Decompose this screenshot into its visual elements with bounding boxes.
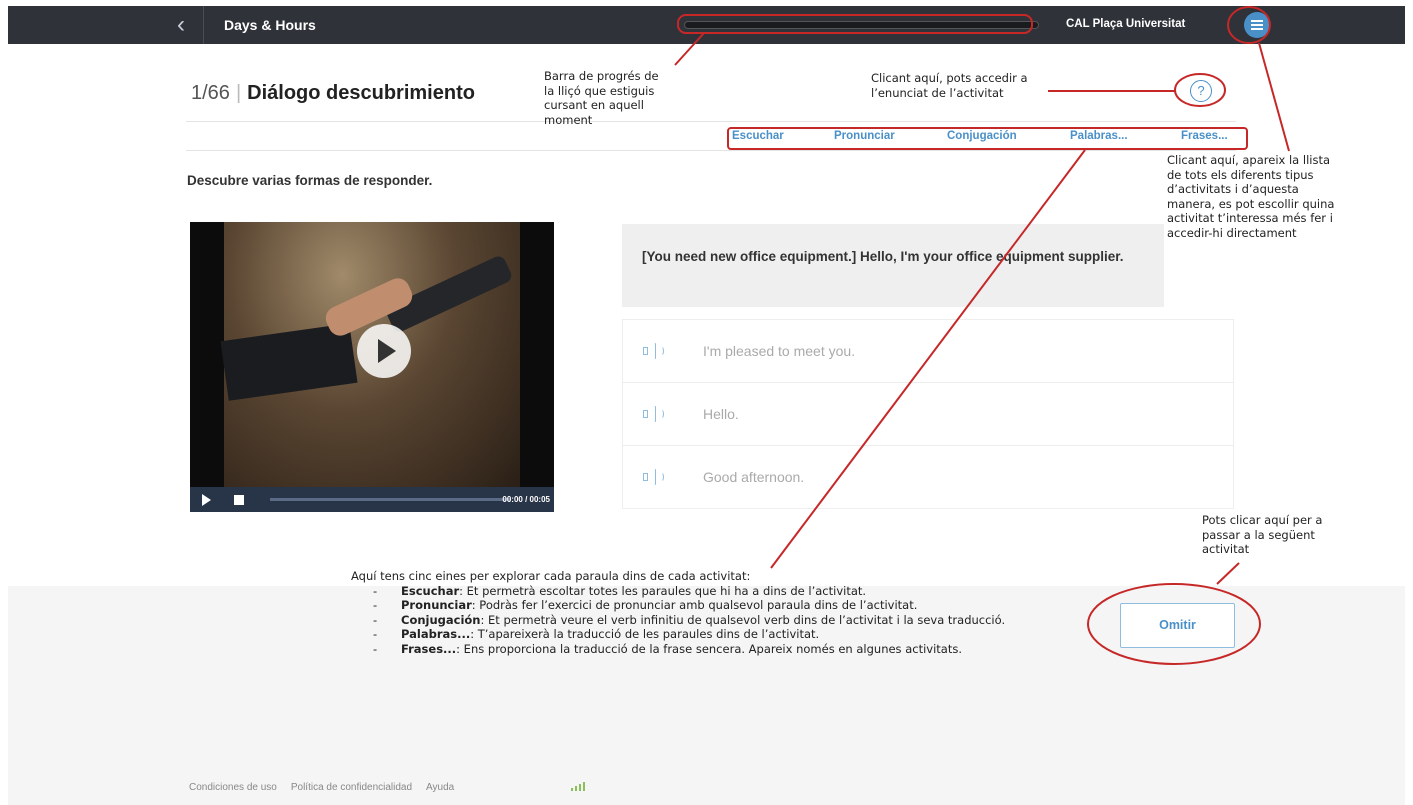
word-tools: Escuchar Pronunciar Conjugación Palabras… (726, 130, 1244, 148)
tool-pronunciar[interactable]: Pronunciar (834, 130, 895, 142)
answer-text: I'm pleased to meet you. (703, 343, 856, 359)
video-time: 00:00 / 00:05 (502, 495, 550, 504)
video-controls: 00:00 / 00:05 (190, 487, 554, 512)
lesson-counter: 1/66 (191, 82, 230, 104)
page-title: Diálogo descubrimiento (247, 82, 475, 104)
chevron-left-icon[interactable]: ‹ (166, 10, 196, 40)
list-item: Conjugación: Et permetrà veure el verb i… (373, 613, 1051, 628)
annotation-help: Clicant aquí, pots accedir a l’enunciat … (871, 71, 1028, 100)
skip-callout-line (1216, 562, 1240, 585)
speaker-icon[interactable] (643, 467, 667, 487)
help-icon[interactable]: ? (1190, 80, 1212, 102)
speaker-icon[interactable] (643, 404, 667, 424)
menu-callout-line (1258, 42, 1290, 152)
footer-link-terms[interactable]: Condiciones de uso (189, 782, 277, 793)
divider (186, 121, 1236, 122)
answer-option[interactable]: Hello. (623, 383, 1233, 446)
school-name: CAL Plaça Universitat (1066, 18, 1186, 30)
footer-link-help[interactable]: Ayuda (426, 782, 454, 793)
hamburger-menu-icon[interactable] (1244, 12, 1270, 38)
annotation-tools: Aquí tens cinc eines per explorar cada p… (351, 569, 1051, 656)
annotation-menu: Clicant aquí, apareix la llista de tots … (1167, 153, 1335, 240)
list-item: Escuchar: Et permetrà escoltar totes les… (373, 584, 1051, 599)
annotation-skip: Pots clicar aquí per a passar a la següe… (1202, 513, 1323, 556)
lesson-progress-bar (684, 21, 1039, 29)
answer-list: I'm pleased to meet you. Hello. Good aft… (622, 319, 1234, 509)
skip-button[interactable]: Omitir (1120, 603, 1235, 648)
answer-text: Hello. (703, 406, 739, 422)
answer-option[interactable]: Good afternoon. (623, 446, 1233, 509)
answer-option[interactable]: I'm pleased to meet you. (623, 320, 1233, 383)
top-bar: ‹ Days & Hours CAL Plaça Universitat (8, 6, 1405, 44)
speaker-icon[interactable] (643, 341, 667, 361)
annotation-progress: Barra de progrés de la lliçó que estigui… (544, 69, 659, 127)
activity-instruction: Descubre varias formas de responder. (187, 173, 433, 188)
tool-escuchar[interactable]: Escuchar (732, 130, 784, 142)
tool-conjugacion[interactable]: Conjugación (947, 130, 1017, 142)
stop-button[interactable] (234, 495, 244, 505)
tool-palabras[interactable]: Palabras... (1070, 130, 1128, 142)
list-item: Palabras...: T’apareixerà la traducció d… (373, 627, 1051, 642)
tool-frases[interactable]: Frases... (1181, 130, 1228, 142)
lesson-header: 1/66 | Diálogo descubrimiento (191, 82, 475, 104)
dialogue-prompt: [You need new office equipment.] Hello, … (622, 224, 1164, 307)
play-icon[interactable] (357, 324, 411, 378)
video-scrubber[interactable] (270, 498, 510, 501)
play-button[interactable] (200, 493, 214, 507)
answer-text: Good afternoon. (703, 469, 805, 485)
list-item: Pronunciar: Podràs fer l’exercici de pro… (373, 598, 1051, 613)
divider (186, 150, 1236, 151)
signal-icon (571, 781, 591, 791)
video-player[interactable]: 00:00 / 00:05 (190, 222, 554, 512)
footer-link-privacy[interactable]: Política de confidencialidad (291, 782, 412, 793)
list-item: Frases...: Ens proporciona la traducció … (373, 642, 1051, 657)
footer-links: Condiciones de uso Política de confidenci… (189, 782, 468, 793)
divider (203, 6, 204, 44)
course-title: Days & Hours (224, 17, 316, 33)
